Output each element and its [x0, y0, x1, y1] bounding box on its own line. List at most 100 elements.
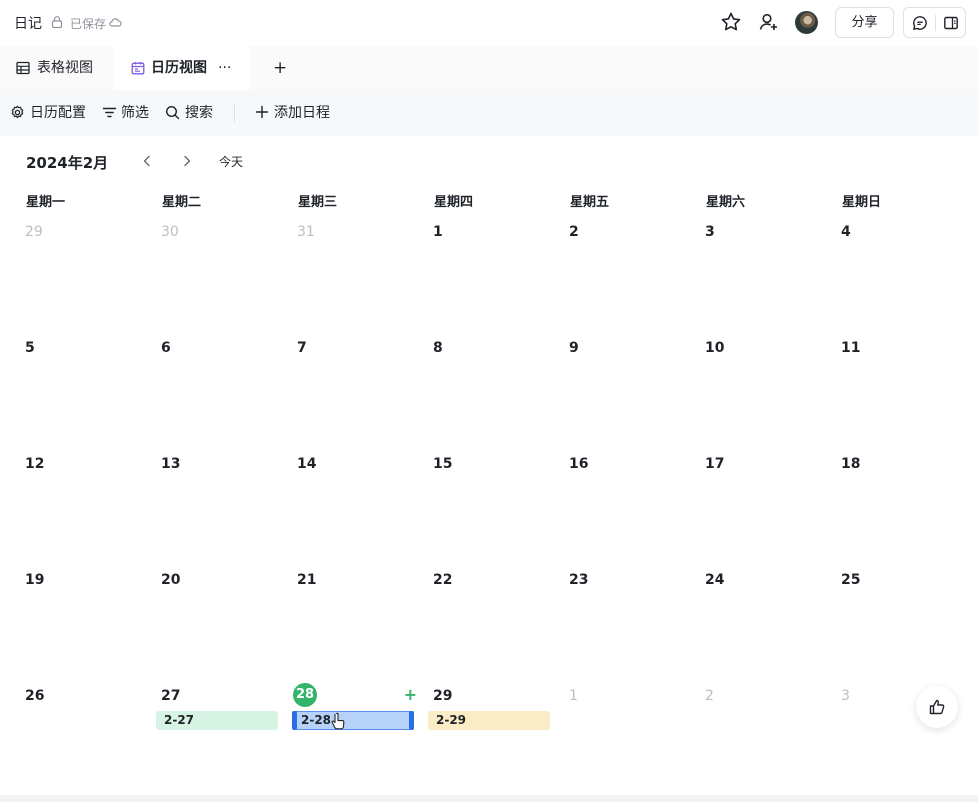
calendar-config-button[interactable]: 日历配置: [10, 104, 90, 122]
day-cell[interactable]: 2: [697, 680, 831, 794]
day-cell[interactable]: 16: [561, 448, 695, 562]
tab-table-view[interactable]: 表格视图: [0, 46, 112, 90]
tab-calendar-view[interactable]: 日历视图 ···: [114, 46, 250, 90]
day-cell[interactable]: 3: [697, 216, 831, 330]
filter-button[interactable]: 筛选: [102, 104, 154, 122]
share-button[interactable]: 分享: [835, 7, 894, 38]
day-cell[interactable]: 30: [153, 216, 287, 330]
day-number: 4: [841, 224, 851, 240]
day-number: 29: [433, 688, 453, 704]
day-number: 17: [705, 456, 725, 472]
day-cell[interactable]: 10: [697, 332, 831, 446]
day-cell[interactable]: 26: [17, 680, 151, 794]
resize-handle[interactable]: [292, 711, 297, 730]
table-icon: [16, 61, 30, 75]
day-number: 31: [297, 224, 315, 240]
side-panel-icon[interactable]: [943, 15, 959, 31]
day-cell[interactable]: 20: [153, 564, 287, 678]
event-chip[interactable]: 2-29: [428, 711, 550, 730]
weekday-label: 星期五: [570, 195, 610, 210]
day-cell[interactable]: 13: [153, 448, 287, 562]
cloud-icon: [109, 18, 122, 27]
star-icon[interactable]: [720, 11, 742, 33]
day-cell[interactable]: 6: [153, 332, 287, 446]
day-cell[interactable]: 8: [425, 332, 559, 446]
like-button[interactable]: [916, 686, 958, 728]
day-cell[interactable]: 11: [833, 332, 967, 446]
tool-label: 搜索: [185, 105, 213, 121]
day-number: 23: [569, 572, 589, 588]
day-number: 22: [433, 572, 453, 588]
event-chip[interactable]: 2-27: [156, 711, 278, 730]
day-number: 14: [297, 456, 317, 472]
comment-icon[interactable]: [912, 15, 928, 31]
today-button[interactable]: 今天: [219, 153, 243, 170]
search-button[interactable]: 搜索: [165, 104, 217, 122]
search-icon: [165, 105, 180, 120]
day-cell[interactable]: 27 2-27: [153, 680, 287, 794]
day-number: 3: [841, 688, 850, 704]
day-number: 21: [297, 572, 317, 588]
toolbar-divider: [234, 104, 235, 122]
day-cell[interactable]: 18: [833, 448, 967, 562]
day-cell[interactable]: 12: [17, 448, 151, 562]
tab-label: 日历视图: [151, 60, 207, 76]
weekday-label: 星期四: [434, 195, 474, 210]
filter-icon: [102, 107, 117, 118]
tool-label: 添加日程: [274, 105, 330, 121]
day-number: 5: [25, 340, 35, 356]
doc-title[interactable]: 日记: [14, 13, 42, 33]
day-cell[interactable]: 21: [289, 564, 423, 678]
day-cell[interactable]: 1: [425, 216, 559, 330]
day-cell[interactable]: 5: [17, 332, 151, 446]
add-member-icon[interactable]: [758, 11, 780, 33]
event-label: 2-27: [164, 713, 195, 727]
day-cell[interactable]: 29: [17, 216, 151, 330]
day-cell[interactable]: 25: [833, 564, 967, 678]
save-status: 已保存: [70, 17, 107, 31]
day-cell[interactable]: 15: [425, 448, 559, 562]
weekday-label: 星期三: [298, 195, 338, 210]
day-cell[interactable]: 7: [289, 332, 423, 446]
event-chip[interactable]: 2-28: [292, 711, 414, 730]
chevron-right-icon[interactable]: [179, 153, 195, 169]
day-cell[interactable]: 24: [697, 564, 831, 678]
chevron-left-icon[interactable]: [139, 153, 155, 169]
top-bar: 日记 已保存 分享: [0, 0, 978, 44]
day-cell[interactable]: 19: [17, 564, 151, 678]
day-cell[interactable]: 1: [561, 680, 695, 794]
day-number: 19: [25, 572, 45, 588]
more-icon[interactable]: ···: [218, 46, 231, 90]
avatar[interactable]: [795, 11, 818, 34]
day-cell[interactable]: 9: [561, 332, 695, 446]
add-view-button[interactable]: +: [273, 46, 287, 90]
day-number: 1: [433, 224, 443, 240]
day-cell[interactable]: 29 2-29: [425, 680, 559, 794]
day-cell[interactable]: 28 +2-28: [289, 680, 423, 794]
day-cell[interactable]: 2: [561, 216, 695, 330]
bottom-scroll-shade: [0, 795, 978, 802]
day-cell[interactable]: 31: [289, 216, 423, 330]
day-number: 8: [433, 340, 443, 356]
day-number: 30: [161, 224, 179, 240]
day-cell[interactable]: 4: [833, 216, 967, 330]
weekday-label: 星期六: [706, 195, 746, 210]
add-event-button[interactable]: 添加日程: [255, 104, 335, 122]
day-number: 26: [25, 688, 45, 704]
day-cell[interactable]: 17: [697, 448, 831, 562]
day-cell[interactable]: 22: [425, 564, 559, 678]
day-cell[interactable]: 14: [289, 448, 423, 562]
view-tabs: 表格视图 日历视图 ··· +: [0, 46, 978, 90]
weekday-label: 星期二: [162, 195, 202, 210]
calendar-header: 2024年2月 今天: [0, 136, 978, 186]
event-label: 2-29: [436, 713, 467, 727]
day-number: 20: [161, 572, 181, 588]
add-event-plus-icon[interactable]: +: [404, 685, 417, 704]
resize-handle[interactable]: [409, 711, 414, 730]
tab-label: 表格视图: [37, 60, 93, 76]
day-number: 16: [569, 456, 589, 472]
day-cell[interactable]: 23: [561, 564, 695, 678]
hand-cursor-icon: [331, 712, 345, 730]
day-number: 1: [569, 688, 578, 704]
calendar-grid: 29 30 31 1 2 3 4 5 6 7 8 9 10 11 12 13 14 15 16 17 18 19 20 21 2…: [16, 216, 970, 796]
